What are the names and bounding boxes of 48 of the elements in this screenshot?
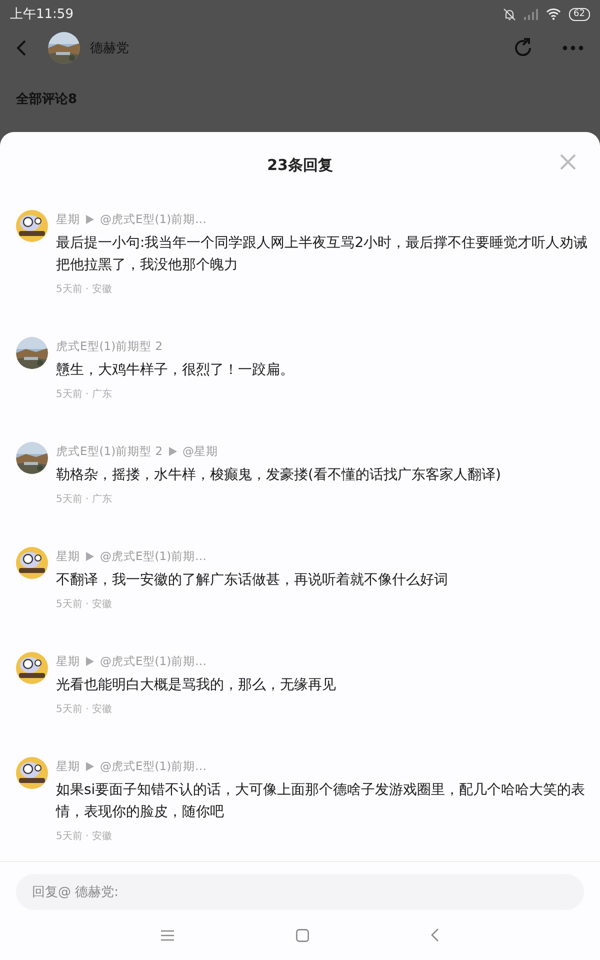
author-name[interactable]: 星期 [56,548,80,564]
reply-meta: 5天前 · 广东 [56,388,113,402]
reply-arrow-icon [86,762,94,770]
back-nav-button[interactable] [431,928,439,942]
reply-arrow-icon [168,446,177,456]
reply-text: 勒格杂，摇搂，水牛样，梭癫鬼，发豪搂(看不懂的话找广东客家人翻译) [56,466,502,485]
author-name[interactable]: 星期 [56,654,80,668]
reply-meta: 5天前 · 安徽 [56,282,113,297]
author-name[interactable]: 虎式E型(1)前期型 2 [56,444,163,458]
reply-text: 不翻译，我一安徽的了解广东话做甚，再说听着就不像什么好词 [56,571,449,590]
reply-text: 戇生，大鸡牛样子，很烈了！一跤扁。 [56,361,295,380]
reply-target[interactable]: @虎式E型(1)前期… [100,654,207,668]
reply-input[interactable]: 回复@ 德赫党: [16,874,584,910]
reply-arrow-icon [86,552,94,560]
avatar-icon [16,652,48,684]
home-button[interactable] [296,928,309,942]
avatar-icon [16,547,48,579]
sheet-title: 23条回复 [267,156,333,174]
back-button[interactable] [16,39,28,57]
share-button[interactable] [512,37,534,59]
author-name[interactable]: 星期 [56,212,80,226]
reply-meta: 5天前 · 安徽 [56,702,113,717]
reply-target[interactable]: @星期 [182,444,218,458]
reply-arrow-icon [86,656,94,666]
reply-meta: 5天前 · 广东 [56,492,113,507]
close-button[interactable] [560,154,576,170]
reply-meta: 5天前 · 安徽 [56,830,113,844]
reply-text: 如果si要面子知错不认的话，大可像上面那个德啥子发游戏圈里，配几个哈哈大笑的表情，表现你的脸皮，随你吧 [56,781,586,822]
profile-name: 德赫党 [90,40,130,57]
status-time: 上午11:59 [10,6,74,23]
comments-heading: 全部评论8 [15,90,78,108]
reply-target[interactable]: @虎式E型(1)前期… [100,548,207,564]
author-name[interactable]: 虎式E型(1)前期型 2 [56,338,163,354]
avatar-icon [16,757,48,789]
menu-button[interactable] [161,930,174,940]
wifi-icon [546,8,561,20]
more-button[interactable] [562,45,584,51]
reply-target[interactable]: @虎式E型(1)前期… [100,212,207,226]
reply-meta: 5天前 · 安徽 [56,598,113,612]
reply-target[interactable]: @虎式E型(1)前期… [100,758,207,774]
reply-text: 光看也能明白大概是骂我的，那么，无缘再见 [56,676,337,695]
signal-icon [524,8,538,20]
muted-bell-icon [502,8,516,20]
battery-level: 62 [568,8,590,20]
avatar-icon [16,210,48,242]
reply-text: 最后提一小句:我当年一个同学跟人网上半夜互骂2小时，最后撑不住要睡觉才听人劝诫把他拉黑了，我没他那个魄力 [56,234,588,275]
reply-arrow-icon [86,214,94,224]
author-name[interactable]: 星期 [56,758,80,774]
